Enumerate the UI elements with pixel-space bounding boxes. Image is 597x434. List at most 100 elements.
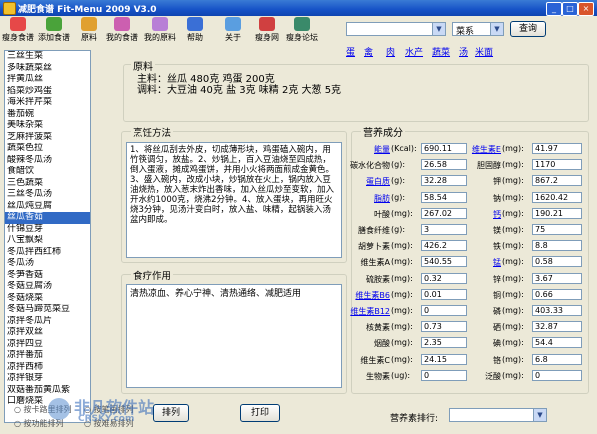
maximize-button[interactable]: □ <box>562 2 578 16</box>
category-link[interactable]: 汤 <box>459 45 468 58</box>
category-link[interactable]: 蔬菜 <box>432 45 450 58</box>
category-link[interactable]: 蛋 <box>346 45 355 58</box>
recipe-list-item[interactable]: 三丝冬瓜汤 <box>5 189 90 201</box>
method-text[interactable]: 1、将丝瓜刮去外皮，切成薄形块，鸡蛋磕入碗内，用竹筷调匀，放盐。2、炒锅上，百入… <box>126 142 342 258</box>
nutrient-unit: (mg): <box>391 241 413 251</box>
nutrient-value: 1620.42 <box>532 191 582 203</box>
nutrient-unit: (mg): <box>502 144 524 153</box>
nutrient-label: 锌 <box>493 274 501 284</box>
chevron-down-icon[interactable]: ▼ <box>432 23 445 35</box>
close-button[interactable]: × <box>578 2 594 16</box>
nutrient-label: 铁 <box>493 242 501 252</box>
toolbar-button-6[interactable]: 关于 <box>222 17 244 47</box>
nutrient-unit: (mg): <box>391 338 413 348</box>
recipe-list-item[interactable]: 海米拌芹菜 <box>5 97 90 109</box>
toolbar-label: 我的原料 <box>144 33 176 42</box>
nutrient-label[interactable]: 维生素E <box>441 144 501 155</box>
nutrient-unit: (mg): <box>502 273 524 283</box>
recipe-list-item[interactable]: 凉拌番茄 <box>5 350 90 362</box>
use-text[interactable]: 清热凉血、养心宁神、清热通络、减肥适用 <box>126 284 342 388</box>
raw-seasoning: 调料：大豆油 40克 盐 3克 味精 2克 大葱 5克 <box>137 85 342 96</box>
nutrient-label[interactable]: 蛋白质 <box>330 176 390 187</box>
toolbar-button-5[interactable]: 帮助 <box>184 17 206 47</box>
minimize-button[interactable]: _ <box>546 2 562 16</box>
recipe-list-item[interactable]: 八宝飘梨 <box>5 235 90 247</box>
category-link[interactable]: 水产 <box>405 45 423 58</box>
toolbar-button-1[interactable]: 添加食谱 <box>36 17 72 47</box>
nutrient-label: 磷 <box>493 307 501 316</box>
recipe-list-item[interactable]: 三色蔬菜 <box>5 178 90 190</box>
nutrient-unit: (g): <box>391 225 406 234</box>
category-select[interactable]: 菜系 ▼ <box>452 22 504 37</box>
nutrient-label: 泛酸 <box>485 371 501 381</box>
nutrient-label: 胡萝卜素 <box>358 242 390 252</box>
nutrient-label[interactable]: 锰 <box>441 257 501 268</box>
toolbar-button-8[interactable]: 瘦身论坛 <box>284 17 320 47</box>
nutrient-label[interactable]: 能量 <box>330 144 390 155</box>
recipe-list-item[interactable]: 芝麻拌菠菜 <box>5 132 90 144</box>
recipe-list-item[interactable]: 凉拌银芽 <box>5 373 90 385</box>
recipe-list-item[interactable]: 多味蔬菜丝 <box>5 63 90 75</box>
nutrient-label: 硫胺素 <box>366 274 390 284</box>
radio-difficulty[interactable]: ○ 按难易排列 <box>84 418 134 429</box>
recipe-list-item[interactable]: 丝瓜香茹 <box>5 212 90 224</box>
sort-button[interactable]: 排列 <box>153 404 189 422</box>
nutrient-label[interactable]: 维生素B6 <box>330 290 390 301</box>
toolbar-button-3[interactable]: 我的食谱 <box>106 17 138 47</box>
recipe-list-item[interactable]: 凉拌双丝 <box>5 327 90 339</box>
toolbar-label: 瘦身食谱 <box>2 33 34 42</box>
nutrient-value: 75 <box>532 224 582 235</box>
nutrient-unit: (mg): <box>502 306 524 315</box>
toolbar-button-4[interactable]: 我的原料 <box>142 17 178 47</box>
recipe-list-item[interactable]: 冬瓜汤 <box>5 258 90 270</box>
nutrient-label[interactable]: 钙 <box>441 209 501 220</box>
recipe-list-item[interactable]: 双菇番茄黄瓜紫 <box>5 385 90 397</box>
recipe-list-item[interactable]: 凉拌西柿 <box>5 362 90 374</box>
use-title: 食疗作用 <box>131 268 174 282</box>
toolbar-button-0[interactable]: 瘦身食谱 <box>2 17 34 47</box>
nutrient-label[interactable]: 维生素B12 <box>330 306 390 317</box>
recipe-list-item[interactable]: 掐菜炒鸡蛋 <box>5 86 90 98</box>
recipe-list-item[interactable]: 蔬菜色拉 <box>5 143 90 155</box>
nutrient-unit: (mg): <box>391 306 413 315</box>
toolbar-icon <box>46 17 62 31</box>
recipe-list-item[interactable]: 冬菇烧菜 <box>5 293 90 305</box>
radio-calorie[interactable]: ○ 按卡路里排列 <box>14 404 72 415</box>
recipe-list-item[interactable]: 冬瓜拌西红柿 <box>5 247 90 259</box>
recipe-list-item[interactable]: 三丝生菜 <box>5 51 90 63</box>
chevron-down-icon[interactable]: ▼ <box>533 409 546 421</box>
print-button[interactable]: 打印 <box>240 404 280 422</box>
toolbar-icon <box>294 17 310 31</box>
recipe-list-item[interactable]: 凉拌四豆 <box>5 339 90 351</box>
chevron-down-icon[interactable]: ▼ <box>490 23 503 35</box>
radio-stroke[interactable]: ○ 按笔画排列 <box>84 404 134 415</box>
recipe-list-item[interactable]: 食醋饮 <box>5 166 90 178</box>
recipe-list-item[interactable]: 美味杂菜 <box>5 120 90 132</box>
recipe-list-item[interactable]: 番茄碗 <box>5 109 90 121</box>
recipe-list-item[interactable]: 冬笋香菇 <box>5 270 90 282</box>
recipe-list-item[interactable]: 凉拌冬瓜片 <box>5 316 90 328</box>
nutrient-label: 生物素 <box>366 371 390 381</box>
recipe-list-item[interactable]: 什锦豆芽 <box>5 224 90 236</box>
toolbar-icon <box>152 17 168 31</box>
toolbar-button-2[interactable]: 原料 <box>78 17 100 47</box>
toolbar-button-7[interactable]: 瘦身网 <box>252 17 282 47</box>
nutrient-unit: (mg): <box>502 208 524 218</box>
nutrient-label[interactable]: 脂肪 <box>330 193 390 204</box>
recipe-list[interactable]: 三丝生菜 多味蔬菜丝 拌黄瓜丝 掐菜炒鸡蛋 海米拌芹菜 番茄碗 美味杂菜 芝麻拌菠菜 蔬菜色拉酸… <box>4 50 91 423</box>
search-button[interactable]: 查询 <box>510 21 546 37</box>
recipe-list-item[interactable]: 酸辣冬瓜汤 <box>5 155 90 167</box>
nutrient-unit: (mg): <box>391 322 413 332</box>
search-input[interactable]: ▼ <box>346 22 446 36</box>
category-link[interactable]: 禽 <box>364 45 373 58</box>
nutrient-unit: (mg): <box>391 273 413 283</box>
recipe-list-item[interactable]: 冬菇豆腐汤 <box>5 281 90 293</box>
category-link[interactable]: 肉 <box>386 45 395 58</box>
radio-function[interactable]: ○ 按功能排列 <box>14 418 64 429</box>
recipe-list-item[interactable]: 冬菇马蹄苋菜豆 <box>5 304 90 316</box>
rank-select[interactable]: ▼ <box>449 408 547 422</box>
nutrient-value: 867.2 <box>532 175 582 187</box>
recipe-list-item[interactable]: 丝瓜炖豆腐 <box>5 201 90 213</box>
category-link[interactable]: 米面 <box>475 45 493 58</box>
recipe-list-item[interactable]: 拌黄瓜丝 <box>5 74 90 86</box>
